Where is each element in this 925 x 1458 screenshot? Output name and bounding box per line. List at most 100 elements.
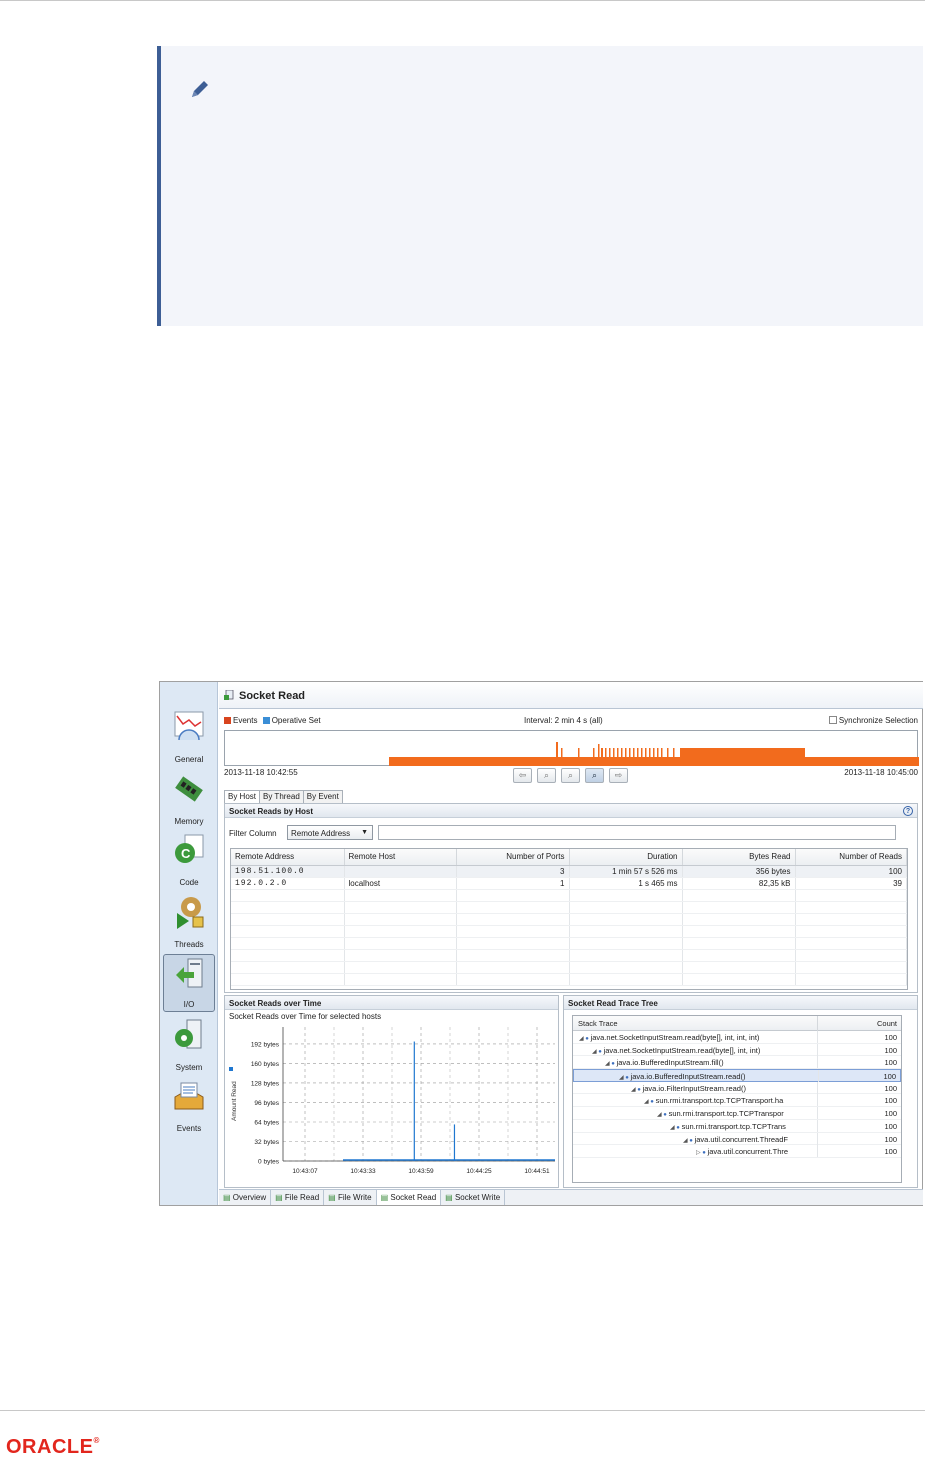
- tree-row[interactable]: ◢ ● java.io.FilterInputStream.read() 100: [573, 1081, 901, 1095]
- left-navigation: General Memory C Code Threads I/O System Events: [160, 682, 218, 1205]
- tree-row[interactable]: ◢ ● sun.rmi.transport.tcp.TCPTransport.h…: [573, 1094, 901, 1108]
- event-timeline[interactable]: [224, 730, 919, 766]
- cell: 198.51.100.0: [231, 865, 345, 878]
- jmc-screenshot: General Memory C Code Threads I/O System Events…: [159, 681, 923, 1206]
- tree-rows: ◢ ● java.net.SocketInputStream.read(byte…: [573, 1031, 901, 1158]
- tab-file-write[interactable]: ▤ File Write: [324, 1190, 377, 1205]
- tree-row-label: ◢ ● sun.rmi.transport.tcp.TCPTrans: [670, 1121, 786, 1131]
- tab-socket-read[interactable]: ▤ Socket Read: [376, 1190, 442, 1205]
- y-tick-label: 160 bytes: [251, 1061, 280, 1068]
- tree-row[interactable]: ◢ ● sun.rmi.transport.tcp.TCPTranspor 100: [573, 1107, 901, 1120]
- column-header[interactable]: Bytes Read: [682, 849, 796, 866]
- hosts-table: Remote Address Remote Host Number of Por…: [230, 848, 908, 990]
- threads-icon: [177, 896, 204, 929]
- tab-overview[interactable]: ▤ Overview: [219, 1190, 272, 1205]
- tree-row[interactable]: ◢ ● sun.rmi.transport.tcp.TCPTrans 100: [573, 1119, 901, 1133]
- tree-row-count: 100: [884, 1033, 897, 1042]
- general-chart-icon: [174, 711, 204, 741]
- nav-item-label: System: [175, 1062, 203, 1072]
- cell: 3: [456, 865, 570, 878]
- tree-panel-title: Socket Read Trace Tree: [564, 996, 917, 1010]
- socket-read-view: Socket Read Events Operative Set Interva…: [219, 682, 923, 1205]
- page-title: Socket Read: [239, 690, 306, 702]
- nav-item-events[interactable]: Events: [163, 1077, 215, 1135]
- nav-item-label: General: [174, 755, 204, 764]
- tree-row[interactable]: ◢ ● java.util.concurrent.ThreadF 100: [573, 1132, 901, 1146]
- tree-row[interactable]: ◢ ● java.io.BufferedInputStream.read() 10…: [573, 1069, 901, 1083]
- cell: [344, 865, 457, 878]
- synchronize-selection-checkbox[interactable]: Synchronize Selection: [828, 716, 918, 725]
- column-header[interactable]: Count: [877, 1019, 897, 1028]
- nav-item-threads[interactable]: Threads: [163, 893, 215, 951]
- nav-item-label: Memory: [174, 816, 204, 826]
- tree-row[interactable]: ◢ ● java.net.SocketInputStream.read(byte…: [573, 1043, 901, 1057]
- table-row[interactable]: 192.0.2.0 localhost 1 1 s 465 ms 82,35 k…: [231, 877, 907, 890]
- nav-item-label: Threads: [174, 939, 204, 949]
- empty-row: [231, 925, 907, 938]
- nav-item-memory[interactable]: Memory: [163, 770, 215, 828]
- empty-row: [231, 949, 907, 962]
- checkbox-box[interactable]: [828, 716, 837, 724]
- x-tick-label: 10:43:33: [350, 1168, 376, 1175]
- zoom-selection-button[interactable]: ⌕: [585, 768, 604, 783]
- column-header[interactable]: Duration: [569, 849, 683, 866]
- system-icon: [175, 1019, 202, 1048]
- tree-row[interactable]: ▷ ● java.util.concurrent.Thre 100: [573, 1145, 901, 1158]
- io-icon: [176, 958, 203, 988]
- cell: 1: [456, 877, 570, 890]
- tab-icon: ▤: [445, 1193, 455, 1202]
- tree-row-count: 100: [884, 1121, 897, 1131]
- column-header[interactable]: Remote Host: [344, 849, 457, 866]
- nav-item-label: I/O: [183, 1000, 195, 1009]
- nav-item-general[interactable]: General: [163, 708, 215, 766]
- memory-chip-icon: [175, 775, 203, 802]
- x-tick-label: 10:43:07: [292, 1168, 318, 1175]
- filter-input[interactable]: [378, 825, 896, 840]
- view-title-bar: Socket Read: [219, 682, 923, 709]
- tab-by-thread[interactable]: By Thread: [259, 790, 304, 803]
- tab-by-host[interactable]: By Host: [224, 790, 261, 803]
- nav-item-code[interactable]: C Code: [163, 831, 215, 889]
- zoom-in-button[interactable]: ⌕: [537, 768, 556, 783]
- timeline-forward-button[interactable]: ⇨: [609, 768, 628, 783]
- x-tick-label: 10:44:51: [524, 1168, 550, 1175]
- tab-icon: ▤: [223, 1193, 233, 1202]
- pencil-icon: [192, 81, 208, 97]
- socket-reads-chart[interactable]: Socket Reads over Time for selected host…: [225, 1011, 558, 1187]
- timeline-back-button[interactable]: ⇦: [513, 768, 532, 783]
- oracle-logo: ORACLE®: [6, 1436, 100, 1458]
- column-header[interactable]: Stack Trace: [578, 1019, 618, 1028]
- bottom-tabs: ▤ Overview ▤ File Read ▤ File Write ▤ Socke…: [219, 1189, 923, 1205]
- top-divider: [0, 0, 925, 1]
- column-header[interactable]: Number of Reads: [795, 849, 907, 866]
- filter-column-select[interactable]: Remote Address ▼: [287, 825, 373, 840]
- nav-item-io[interactable]: I/O: [163, 954, 215, 1012]
- tree-row[interactable]: ◢ ● java.io.BufferedInputStream.fill() 10…: [573, 1056, 901, 1070]
- events-icon: [174, 1082, 204, 1110]
- y-tick-label: 192 bytes: [251, 1041, 280, 1048]
- help-icon[interactable]: ?: [903, 806, 913, 816]
- tab-icon: ▤: [275, 1193, 285, 1202]
- socket-reads-by-host-panel: Socket Reads by Host? Filter Column Remo…: [224, 803, 918, 993]
- start-time: 2013-11-18 10:42:55: [224, 768, 298, 777]
- tree-row-label: ◢ ● java.io.FilterInputStream.read(): [631, 1083, 746, 1093]
- tab-by-event[interactable]: By Event: [302, 790, 343, 803]
- tab-socket-write[interactable]: ▤ Socket Write: [441, 1190, 506, 1205]
- tree-row[interactable]: ◢ ● java.net.SocketInputStream.read(byte…: [573, 1031, 901, 1044]
- chevron-down-icon: ▼: [361, 829, 368, 836]
- legend-events: Events: [224, 716, 257, 725]
- nav-item-label: Events: [176, 1124, 202, 1133]
- tab-icon: ▤: [380, 1193, 391, 1202]
- table-row[interactable]: 198.51.100.0 3 1 min 57 s 526 ms 356 byt…: [231, 865, 907, 878]
- nav-item-system[interactable]: System: [163, 1016, 215, 1074]
- y-tick-label: 32 bytes: [254, 1139, 279, 1146]
- column-header[interactable]: Remote Address: [231, 849, 345, 866]
- cell: 82,35 kB: [682, 877, 796, 890]
- zoom-out-button[interactable]: ⌕: [561, 768, 580, 783]
- socket-read-icon: [224, 690, 234, 700]
- tab-file-read[interactable]: ▤ File Read: [271, 1190, 325, 1205]
- column-header[interactable]: Number of Ports: [456, 849, 570, 866]
- tree-header: Stack Trace Count: [573, 1016, 901, 1031]
- empty-row: [231, 889, 907, 902]
- operative-swatch: [262, 717, 270, 724]
